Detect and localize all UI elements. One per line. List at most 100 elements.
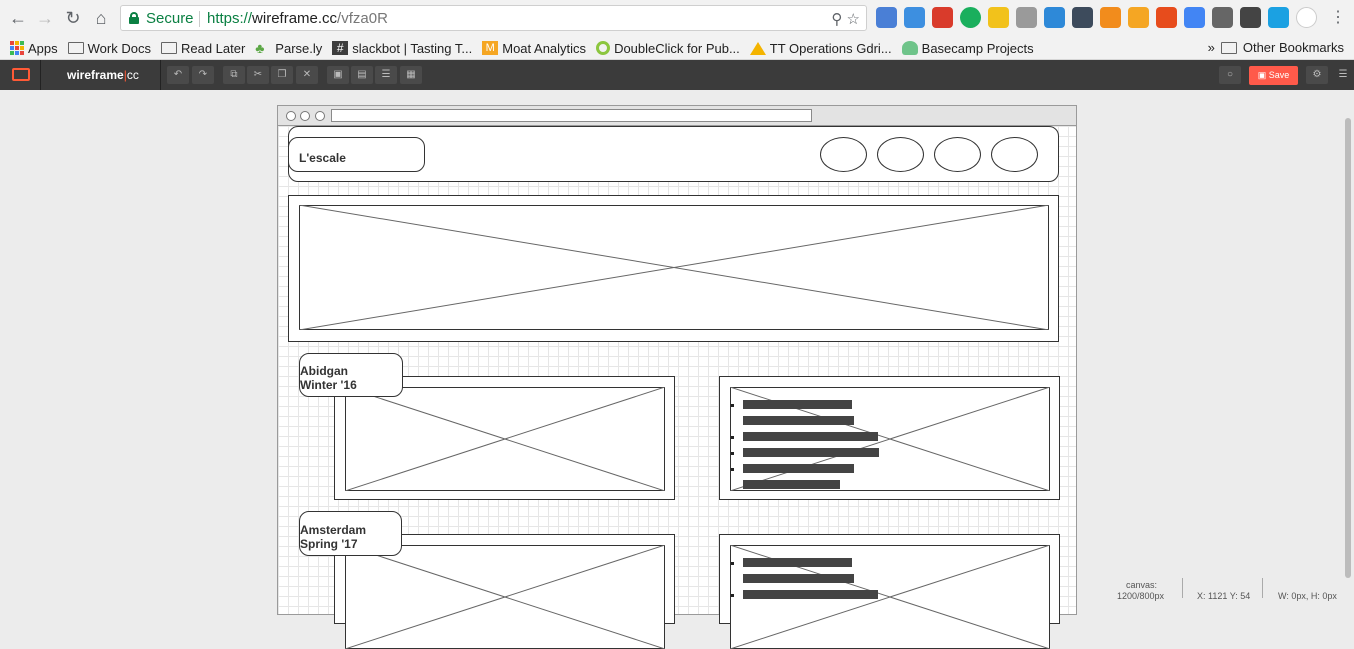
bookmark-doubleclick[interactable]: DoubleClick for Pub... [596, 41, 740, 56]
zoom-icon[interactable]: ⚲ ☆ [831, 10, 860, 28]
doubleclick-icon [596, 41, 611, 55]
copy-icon[interactable]: ⧉ [223, 66, 245, 84]
selection-dimensions: W: 0px, H: 0px [1278, 591, 1337, 601]
wf-list-line[interactable] [743, 400, 852, 409]
design-canvas[interactable]: L'escale Abidgan Winter '16 Amsterdam Sp… [0, 90, 1354, 649]
settings-icon[interactable]: ⚙ [1306, 66, 1328, 84]
app-toolbar: wireframe|cc ↶ ↷ ⧉ ✂ ❐ ✕ ▣ ▤ ☰ ▦ ○ ▣ Sav… [0, 60, 1354, 90]
wf-list-line[interactable] [743, 574, 854, 583]
redo-icon[interactable]: ↷ [192, 66, 214, 84]
bookmark-tt-operations[interactable]: TT Operations Gdri... [749, 41, 892, 56]
wireframe-url-field [331, 109, 812, 122]
circle-icon[interactable] [1296, 7, 1317, 28]
lock-icon [129, 12, 139, 24]
tag-icon[interactable] [1240, 7, 1261, 28]
badge-icon[interactable] [1044, 7, 1065, 28]
cut-icon[interactable]: ✂ [247, 66, 269, 84]
hamburger-menu-icon[interactable]: ☰ [1332, 66, 1354, 84]
docs-icon[interactable] [904, 7, 925, 28]
folder-icon [160, 42, 177, 54]
bookmarks-overflow-button[interactable]: » [1208, 40, 1215, 55]
save-button[interactable]: ▣ Save [1249, 66, 1298, 85]
wf-list-line[interactable] [743, 432, 878, 441]
paste-icon[interactable]: ❐ [271, 66, 293, 84]
comment-icon[interactable]: ○ [1219, 66, 1241, 84]
drive-icon [749, 41, 766, 55]
wf-list-line[interactable] [743, 464, 854, 473]
folder-icon [67, 42, 84, 54]
window-dot-icon [286, 111, 296, 121]
undo-icon[interactable]: ↶ [167, 66, 189, 84]
align-icon[interactable]: ☰ [375, 66, 397, 84]
dots-icon[interactable] [1072, 7, 1093, 28]
bookmark-work-docs[interactable]: Work Docs [67, 41, 151, 56]
bookmark-read-later[interactable]: Read Later [160, 41, 245, 56]
ct-icon[interactable] [1268, 7, 1289, 28]
wf-bullet-icon [731, 562, 734, 565]
wf-bullet-icon [731, 436, 734, 439]
url-text[interactable]: https://wireframe.cc/vfza0R [207, 10, 388, 27]
wf-hero-image-placeholder[interactable] [299, 205, 1049, 330]
wf-bullet-icon [731, 452, 734, 455]
wf-section-title-box[interactable]: Amsterdam Spring '17 [299, 511, 402, 556]
wf-list-line[interactable] [743, 416, 854, 425]
forward-icon[interactable]: → [35, 8, 55, 28]
star-icon[interactable]: ☆ [847, 11, 860, 28]
wireframe-browser-bar [278, 106, 1076, 126]
address-bar[interactable]: Secure https://wireframe.cc/vfza0R ⚲ ☆ [120, 5, 867, 31]
chrome-menu-icon[interactable]: ⋮ [1330, 7, 1346, 27]
wf-nav-circle[interactable] [877, 137, 924, 172]
drive-icon[interactable] [988, 7, 1009, 28]
wf-bullet-icon [731, 404, 734, 407]
wf-list-line[interactable] [743, 480, 840, 489]
other-bookmarks[interactable]: Other Bookmarks [1243, 40, 1344, 55]
wf-nav-circle[interactable] [820, 137, 867, 172]
app-menu-icon[interactable] [12, 68, 30, 81]
wf-section-title-line1: Amsterdam [300, 523, 367, 537]
lock-element-icon[interactable]: ▣ [327, 66, 349, 84]
bookmark-slackbot[interactable]: # slackbot | Tasting T... [332, 41, 472, 56]
home-icon[interactable]: ⌂ [91, 8, 111, 28]
canvas-scrollbar[interactable] [1345, 118, 1351, 578]
canvas-size: 1200/800px [1117, 591, 1165, 601]
wf-header-title: L'escale [299, 151, 346, 165]
wf-section-image-placeholder[interactable] [345, 387, 665, 491]
office-icon[interactable] [1156, 7, 1177, 28]
moat-icon: M [482, 41, 499, 55]
extension-tray [876, 7, 1317, 29]
brand-logo: wireframe|cc [67, 68, 139, 82]
secure-label: Secure [146, 10, 194, 27]
apps-grid-icon [10, 41, 24, 55]
wf-nav-circle[interactable] [991, 137, 1038, 172]
bookmarks-bar: Apps Work Docs Read Later ♣ Parse.ly # s… [0, 36, 1354, 60]
wf-section-image-placeholder[interactable] [345, 545, 665, 649]
reload-icon[interactable]: ↻ [63, 8, 83, 28]
chart-icon[interactable] [1016, 7, 1037, 28]
wf-nav-circle[interactable] [934, 137, 981, 172]
moat-icon[interactable] [1128, 7, 1149, 28]
bookmark-apps[interactable]: Apps [10, 41, 58, 56]
wf-logo-box[interactable]: L'escale [288, 137, 425, 172]
calendar-icon[interactable] [876, 7, 897, 28]
translate-icon[interactable] [1184, 7, 1205, 28]
bookmark-moat[interactable]: M Moat Analytics [482, 41, 586, 56]
cursor-coordinates: X: 1121 Y: 54 [1197, 591, 1251, 601]
arrange-icon[interactable]: ▤ [351, 66, 373, 84]
wf-section-title-line1: Abidgan [300, 364, 348, 378]
wf-list-line[interactable] [743, 590, 878, 599]
evernote-icon[interactable] [960, 7, 981, 28]
wf-list-line[interactable] [743, 558, 852, 567]
inbox-icon[interactable] [1212, 7, 1233, 28]
wf-list-line[interactable] [743, 448, 879, 457]
bookmark-basecamp[interactable]: Basecamp Projects [901, 41, 1034, 56]
bookmark-red-icon[interactable] [932, 7, 953, 28]
delete-icon[interactable]: ✕ [296, 66, 318, 84]
wf-section-title-box[interactable]: Abidgan Winter '16 [299, 353, 403, 397]
wf-section-title-line2: Winter '16 [300, 378, 357, 392]
bookmark-parsely[interactable]: ♣ Parse.ly [255, 41, 322, 56]
wf-bullet-icon [731, 468, 734, 471]
trend-icon[interactable] [1100, 7, 1121, 28]
group-icon[interactable]: ▦ [400, 66, 422, 84]
folder-icon [1220, 41, 1237, 54]
back-icon[interactable]: ← [8, 8, 28, 28]
